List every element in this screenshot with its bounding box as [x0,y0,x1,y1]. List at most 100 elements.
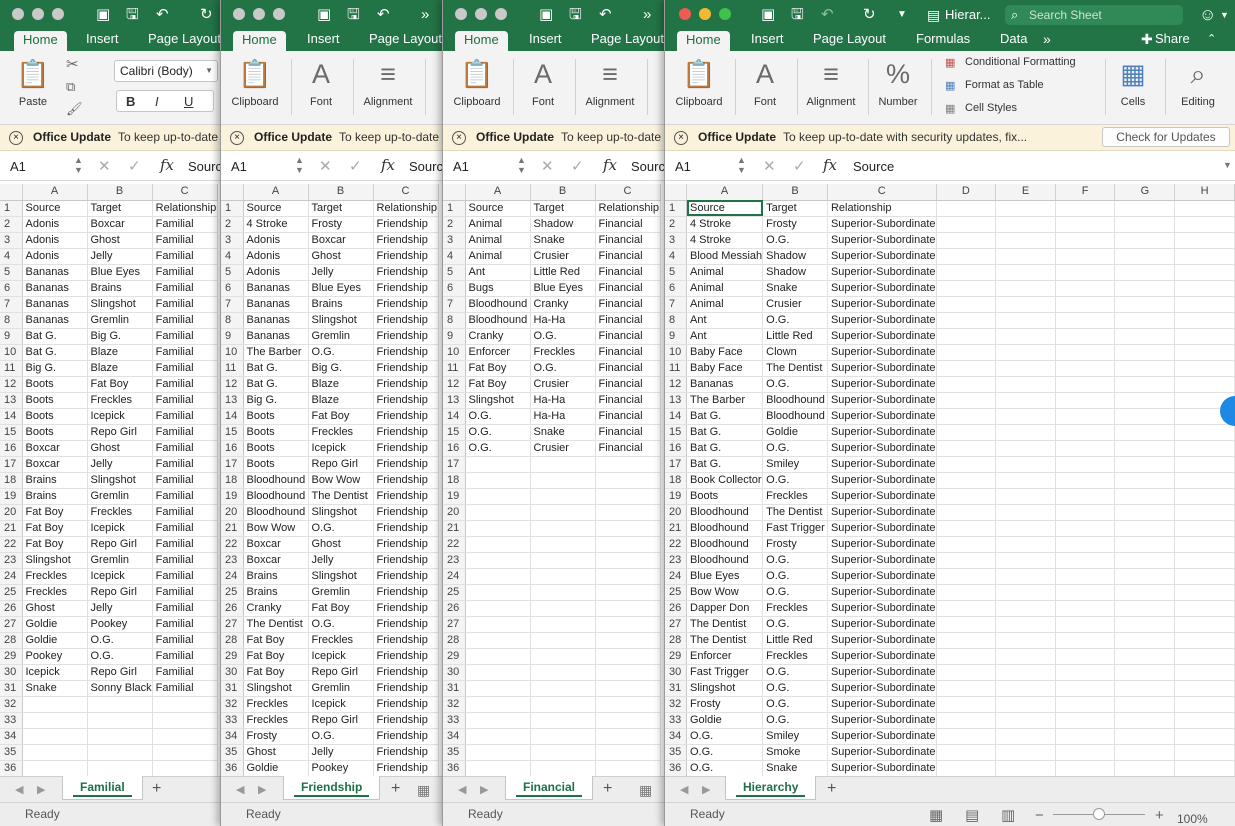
cell[interactable] [465,552,531,569]
cell[interactable]: Slingshot [22,552,88,569]
cell[interactable]: Relationship [152,200,218,217]
tab-home[interactable]: Home [455,31,508,52]
cell[interactable]: Bananas [22,280,88,297]
name-box[interactable]: A1 [675,159,691,174]
row-header[interactable]: 36 [0,760,23,776]
row-header[interactable]: 31 [443,680,466,697]
cell[interactable] [936,376,997,393]
cell[interactable] [1114,200,1176,217]
cell[interactable]: Adonis [22,248,88,265]
cell[interactable] [22,760,88,776]
sheet-grid[interactable]: A B C 1 Source Target Relationship 2 Adonis Boxca… [0,184,222,776]
cell[interactable]: Jelly [87,248,153,265]
cell[interactable]: Boots [243,424,309,441]
cell[interactable] [1114,280,1176,297]
cell[interactable] [1114,392,1176,409]
zoom-out-icon[interactable]: − [1035,804,1044,826]
clipboard-group[interactable]: 📋 Clipboard [673,57,725,108]
cell[interactable]: Financial [595,376,661,393]
cell[interactable]: Boxcar [308,232,374,249]
cell[interactable] [995,488,1056,505]
cell[interactable] [1055,584,1116,601]
function-icon[interactable]: fx [823,156,837,174]
cell[interactable]: Boots [243,456,309,473]
cell[interactable]: Familial [152,232,218,249]
cell[interactable] [1174,648,1235,665]
cell[interactable] [995,648,1056,665]
cell[interactable] [530,680,596,697]
zoom-light[interactable] [52,8,64,20]
cell[interactable]: Financial [595,392,661,409]
cell[interactable]: Icepick [87,408,153,425]
enter-icon[interactable]: ✓ [349,157,362,175]
cell[interactable] [995,680,1056,697]
cell[interactable]: O.G. [762,440,828,457]
cell[interactable]: Financial [595,216,661,233]
cell[interactable]: Adonis [22,216,88,233]
redo-icon[interactable]: ↻ [863,6,876,24]
cell[interactable]: O.G. [762,584,828,601]
cell[interactable] [465,712,531,729]
cell[interactable] [1174,376,1235,393]
column-header[interactable]: A [243,184,309,201]
zoom-slider-handle[interactable] [1093,808,1105,820]
cell[interactable] [530,568,596,585]
cell[interactable]: Superior-Subordinate [827,280,937,297]
row-header[interactable]: 19 [0,488,23,505]
cell[interactable]: Repo Girl [87,536,153,553]
cell[interactable] [595,648,661,665]
cell[interactable] [595,472,661,489]
cell[interactable] [87,744,153,761]
name-box[interactable]: A1 [231,159,247,174]
cell[interactable]: O.G. [686,744,764,761]
cell[interactable] [152,728,218,745]
zoom-in-icon[interactable]: + [1155,804,1164,826]
cell[interactable] [22,696,88,713]
cell[interactable]: Friendship [373,744,439,761]
cell[interactable]: Freckles [87,392,153,409]
cell[interactable]: Clown [762,344,828,361]
row-header[interactable]: 27 [221,616,244,633]
cell[interactable]: Friendship [373,728,439,745]
cell[interactable]: Blue Eyes [686,568,764,585]
cell[interactable] [465,568,531,585]
cell[interactable] [1174,248,1235,265]
cell[interactable]: Superior-Subordinate [827,600,937,617]
cell[interactable]: Frosty [762,216,828,233]
cell[interactable] [1174,568,1235,585]
cell[interactable] [530,504,596,521]
cell[interactable]: Animal [465,232,531,249]
cell[interactable] [465,456,531,473]
row-header[interactable]: 25 [0,584,23,601]
cell[interactable] [995,456,1056,473]
row-header[interactable]: 35 [0,744,23,761]
font-group[interactable]: A Font [301,57,341,108]
row-header[interactable]: 26 [0,600,23,617]
cell[interactable]: Big G. [243,392,309,409]
cell[interactable] [936,488,997,505]
row-header[interactable]: 25 [665,584,687,601]
cell[interactable]: The Dentist [308,488,374,505]
editing-group[interactable]: ⌕ Editing [1173,57,1223,108]
cell[interactable] [1114,216,1176,233]
cell[interactable]: Financial [595,248,661,265]
cell[interactable]: Financial [595,408,661,425]
cell[interactable]: Brains [243,568,309,585]
cell[interactable]: Ghost [87,440,153,457]
cell[interactable] [936,648,997,665]
cell[interactable]: Familial [152,392,218,409]
cell[interactable]: Enforcer [686,648,764,665]
row-header[interactable]: 9 [0,328,23,345]
cell[interactable] [1055,600,1116,617]
cell[interactable] [1174,200,1235,217]
cell[interactable] [1055,344,1116,361]
cell[interactable]: Slingshot [308,504,374,521]
cell[interactable]: Little Red [530,264,596,281]
column-header[interactable]: B [87,184,153,201]
column-header[interactable]: E [995,184,1056,201]
cell[interactable] [1055,504,1116,521]
cell[interactable]: Source [465,200,531,217]
cell[interactable] [595,552,661,569]
prev-sheet-icon[interactable]: ◀ [15,783,23,796]
row-header[interactable]: 20 [443,504,466,521]
